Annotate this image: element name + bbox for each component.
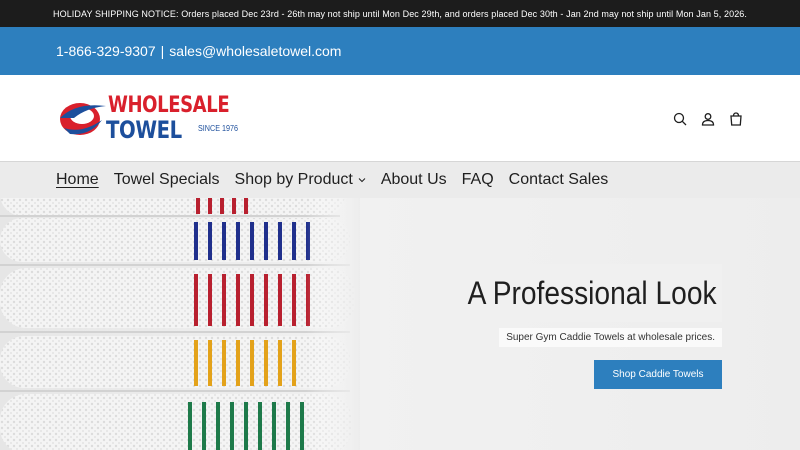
site-header: WHOLESALE TOWEL SINCE 1976 — [0, 75, 800, 162]
cart-icon[interactable] — [728, 111, 744, 127]
logo-since: SINCE 1976 — [198, 124, 239, 133]
announcement-bar: HOLIDAY SHIPPING NOTICE: Orders placed D… — [0, 0, 800, 27]
logo-word-wholesale: WHOLESALE — [108, 93, 230, 118]
shop-caddie-towels-button[interactable]: Shop Caddie Towels — [594, 360, 722, 389]
nav-item-home[interactable]: Home — [56, 171, 99, 189]
nav-item-towel-specials[interactable]: Towel Specials — [114, 171, 220, 189]
hero-subtitle: Super Gym Caddie Towels at wholesale pri… — [499, 328, 722, 347]
logo-swoosh-icon — [60, 103, 106, 135]
nav-item-label: Towel Specials — [113, 171, 220, 188]
nav-item-faq[interactable]: FAQ — [462, 171, 494, 189]
nav-item-shop-by-product[interactable]: Shop by Product — [235, 171, 366, 189]
nav-item-contact-sales[interactable]: Contact Sales — [509, 171, 609, 189]
site-logo[interactable]: WHOLESALE TOWEL SINCE 1976 — [56, 92, 246, 147]
nav-item-label: Shop by Product — [234, 171, 353, 188]
nav-item-label: About Us — [380, 171, 447, 188]
logo-word-towel: TOWEL — [106, 116, 182, 144]
towel-stack-image — [0, 198, 360, 450]
nav-item-label: Contact Sales — [508, 171, 609, 188]
main-nav: Home Towel Specials Shop by Product Abou… — [0, 162, 800, 198]
nav-item-label: Home — [56, 171, 99, 188]
hero-banner: A Professional Look Super Gym Caddie Tow… — [0, 198, 800, 450]
chevron-down-icon — [358, 178, 366, 183]
header-icons — [672, 111, 744, 127]
nav-item-label: FAQ — [461, 171, 494, 188]
phone-link[interactable]: 1-866-329-9307 — [56, 43, 156, 59]
hero-title: A Professional Look — [462, 264, 722, 322]
search-icon[interactable] — [672, 111, 688, 127]
account-icon[interactable] — [700, 111, 716, 127]
contact-bar: 1-866-329-9307 | sales@wholesaletowel.co… — [0, 27, 800, 75]
email-link[interactable]: sales@wholesaletowel.com — [169, 43, 341, 59]
announcement-text: HOLIDAY SHIPPING NOTICE: Orders placed D… — [53, 8, 747, 19]
nav-item-about-us[interactable]: About Us — [381, 171, 447, 189]
contact-separator: | — [160, 43, 165, 59]
